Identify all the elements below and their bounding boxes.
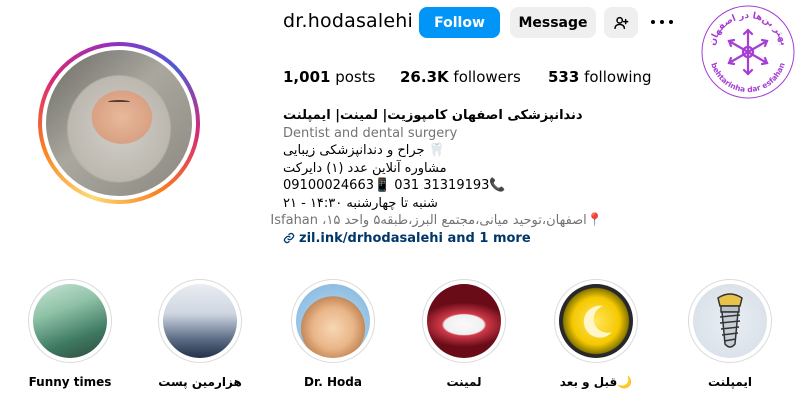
- bio-phone-line: 09100024663📱 031 31319193📞: [283, 178, 506, 193]
- more-dot: [651, 20, 655, 24]
- more-options-icon[interactable]: [651, 16, 673, 28]
- highlight-implant[interactable]: ایمپلنت: [685, 279, 775, 389]
- highlight-cover: [559, 284, 633, 358]
- highlight-thousandth-post[interactable]: هزارمین پست: [155, 279, 245, 389]
- suggested-accounts-button[interactable]: [604, 7, 638, 38]
- add-user-icon: [614, 16, 629, 29]
- highlight-label: قبل و بعد🌙: [559, 375, 633, 389]
- highlight-cover: [163, 284, 237, 358]
- highlight-cover: [33, 284, 107, 358]
- profile-avatar-frame: [42, 46, 196, 200]
- highlight-ring: [28, 279, 112, 363]
- behtarinha-stamp-logo: بهتر بن‌ها در اصفهان behtarinha dar esfa…: [701, 5, 795, 99]
- highlight-ring: [688, 279, 772, 363]
- following-stat[interactable]: 533 following: [548, 68, 652, 86]
- link-icon: [283, 233, 295, 244]
- message-button[interactable]: Message: [510, 7, 596, 38]
- following-count: 533: [548, 68, 580, 86]
- more-dot: [669, 20, 673, 24]
- highlight-ring: [422, 279, 506, 363]
- bio-hours-line: شنبه تا چهارشنبه ۱۴:۳۰ - ۲۱: [283, 195, 438, 211]
- profile-bio: دندانپزشکی اصفهان کامپوزیت| لمینت| ایمپل…: [270, 107, 603, 248]
- highlight-ring: [291, 279, 375, 363]
- moon-icon: [583, 305, 612, 338]
- profile-avatar[interactable]: [46, 50, 192, 196]
- highlight-label: Dr. Hoda: [304, 375, 362, 389]
- posts-label: posts: [335, 68, 376, 86]
- dental-implant-icon: [717, 293, 743, 348]
- profile-avatar-ring[interactable]: [38, 42, 200, 204]
- avatar-detail: [108, 100, 130, 104]
- bio-line: مشاوره آنلاین عدد (۱) دایرکت: [283, 160, 447, 176]
- highlight-funny-times[interactable]: Funny times: [25, 279, 115, 389]
- more-dot: [660, 20, 664, 24]
- bio-link-text: zil.ink/drhodasalehi and 1 more: [299, 230, 531, 246]
- profile-display-name: دندانپزشکی اصفهان کامپوزیت| لمینت| ایمپل…: [283, 108, 583, 123]
- followers-label: followers: [453, 68, 521, 86]
- highlight-label: لمینت: [446, 375, 482, 389]
- highlight-label: هزارمین پست: [158, 375, 242, 389]
- highlight-ring: [554, 279, 638, 363]
- highlight-label: ایمپلنت: [707, 375, 753, 389]
- bio-link[interactable]: zil.ink/drhodasalehi and 1 more: [283, 230, 603, 248]
- follow-button[interactable]: Follow: [419, 7, 500, 38]
- highlight-cover: [296, 284, 370, 358]
- highlight-laminate[interactable]: لمینت: [419, 279, 509, 389]
- bio-address[interactable]: 📍اصفهان،توحید میانی،مجتمع البرز،طبقه۵ وا…: [270, 212, 603, 230]
- highlight-before-after[interactable]: قبل و بعد🌙: [551, 279, 641, 389]
- highlight-ring: [158, 279, 242, 363]
- posts-count: 1,001: [283, 68, 331, 86]
- highlight-dr-hoda[interactable]: Dr. Hoda: [288, 279, 378, 389]
- following-label: following: [584, 68, 652, 86]
- highlight-label: Funny times: [28, 375, 112, 389]
- bio-line: 🦷 جراح و دندانپزشکی زیبایی: [283, 143, 445, 158]
- profile-category: Dentist and dental surgery: [283, 125, 458, 141]
- posts-stat: 1,001 posts: [283, 68, 375, 86]
- highlight-cover: [427, 284, 501, 358]
- followers-count: 26.3K: [400, 68, 449, 86]
- profile-username: dr.hodasalehi: [283, 10, 413, 32]
- highlight-cover: [693, 284, 767, 358]
- followers-stat[interactable]: 26.3K followers: [400, 68, 521, 86]
